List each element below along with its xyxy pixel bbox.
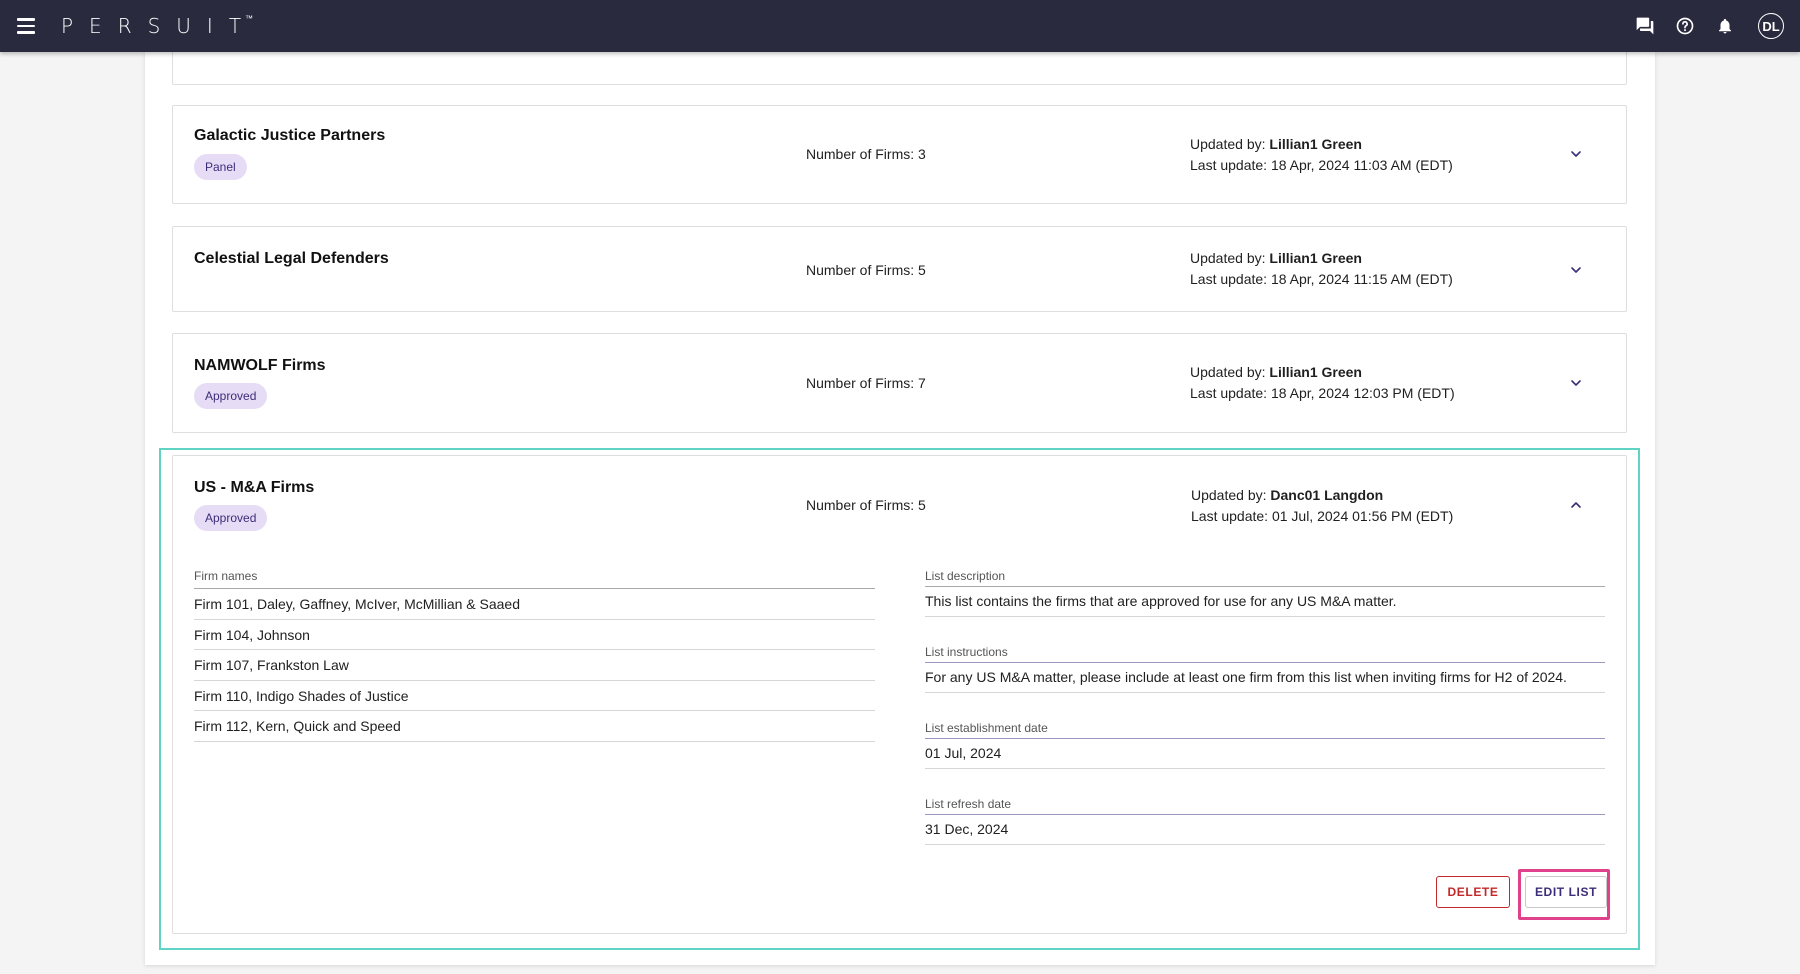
firms-count: Number of Firms: 5 bbox=[806, 262, 926, 278]
trademark-symbol: ™ bbox=[245, 14, 254, 23]
updated-by-name: Lillian1 Green bbox=[1269, 136, 1362, 152]
updated-by-label: Updated by: bbox=[1190, 364, 1266, 380]
last-update: Last update: 18 Apr, 2024 12:03 PM (EDT) bbox=[1190, 385, 1455, 401]
main-content-panel: Galactic Justice Partners Panel Number o… bbox=[145, 42, 1655, 965]
top-icon-group: DL bbox=[1634, 0, 1784, 52]
firm-row: Firm 104, Johnson bbox=[194, 620, 875, 650]
hamburger-menu-icon[interactable] bbox=[13, 13, 39, 39]
chevron-down-icon[interactable] bbox=[1568, 375, 1584, 391]
bell-icon[interactable] bbox=[1714, 15, 1736, 37]
updated-by-label: Updated by: bbox=[1190, 250, 1266, 266]
status-badge: Panel bbox=[194, 154, 247, 180]
list-card-celestial-legal-defenders[interactable]: Celestial Legal Defenders Number of Firm… bbox=[172, 226, 1627, 312]
last-update: Last update: 01 Jul, 2024 01:56 PM (EDT) bbox=[1191, 508, 1454, 524]
list-card-galactic-justice-partners[interactable]: Galactic Justice Partners Panel Number o… bbox=[172, 105, 1627, 204]
updated-by-label: Updated by: bbox=[1191, 487, 1267, 503]
update-info: Updated by: Danc01 Langdon Last update: … bbox=[1191, 485, 1453, 527]
last-update: Last update: 18 Apr, 2024 11:15 AM (EDT) bbox=[1190, 271, 1453, 287]
chevron-up-icon[interactable] bbox=[1568, 497, 1584, 513]
delete-button[interactable]: DELETE bbox=[1436, 876, 1510, 908]
list-instructions-field: List instructions For any US M&A matter,… bbox=[925, 645, 1605, 693]
help-icon[interactable] bbox=[1674, 15, 1696, 37]
list-title: NAMWOLF Firms bbox=[194, 357, 326, 374]
chevron-down-icon[interactable] bbox=[1568, 262, 1584, 278]
list-description-field: List description This list contains the … bbox=[925, 569, 1605, 617]
last-update: Last update: 18 Apr, 2024 11:03 AM (EDT) bbox=[1190, 157, 1453, 173]
logo-text: PERSUIT bbox=[61, 14, 258, 38]
edit-list-button[interactable]: EDIT LIST bbox=[1525, 876, 1607, 908]
persuit-logo[interactable]: PERSUIT™ bbox=[61, 14, 253, 38]
list-establishment-date-value: 01 Jul, 2024 bbox=[925, 739, 1605, 769]
firm-names-label: Firm names bbox=[194, 569, 875, 589]
firm-names-list: Firm names Firm 101, Daley, Gaffney, McI… bbox=[194, 569, 875, 742]
list-refresh-date-value: 31 Dec, 2024 bbox=[925, 815, 1605, 845]
firms-count: Number of Firms: 7 bbox=[806, 375, 926, 391]
list-description-label: List description bbox=[925, 569, 1605, 587]
list-establishment-date-field: List establishment date 01 Jul, 2024 bbox=[925, 721, 1605, 769]
updated-by-name: Danc01 Langdon bbox=[1270, 487, 1384, 503]
firm-row: Firm 101, Daley, Gaffney, McIver, McMill… bbox=[194, 589, 875, 620]
chat-icon[interactable] bbox=[1634, 15, 1656, 37]
updated-by-label: Updated by: bbox=[1190, 136, 1266, 152]
list-description-value: This list contains the firms that are ap… bbox=[925, 587, 1605, 617]
firm-row: Firm 107, Frankston Law bbox=[194, 650, 875, 681]
update-info: Updated by: Lillian1 Green Last update: … bbox=[1190, 362, 1455, 404]
list-instructions-label: List instructions bbox=[925, 645, 1605, 663]
updated-by-name: Lillian1 Green bbox=[1269, 364, 1362, 380]
list-refresh-date-field: List refresh date 31 Dec, 2024 bbox=[925, 797, 1605, 845]
firm-row: Firm 112, Kern, Quick and Speed bbox=[194, 711, 875, 742]
firm-row: Firm 110, Indigo Shades of Justice bbox=[194, 681, 875, 711]
list-card-us-ma-firms[interactable]: US - M&A Firms Approved Number of Firms:… bbox=[172, 455, 1627, 934]
user-avatar[interactable]: DL bbox=[1758, 13, 1784, 39]
firms-count: Number of Firms: 3 bbox=[806, 146, 926, 162]
list-refresh-date-label: List refresh date bbox=[925, 797, 1605, 815]
updated-by-name: Lillian1 Green bbox=[1269, 250, 1362, 266]
list-instructions-value: For any US M&A matter, please include at… bbox=[925, 663, 1605, 693]
update-info: Updated by: Lillian1 Green Last update: … bbox=[1190, 134, 1453, 176]
list-title: US - M&A Firms bbox=[194, 479, 315, 496]
list-card-namwolf-firms[interactable]: NAMWOLF Firms Approved Number of Firms: … bbox=[172, 333, 1627, 433]
status-badge: Approved bbox=[194, 505, 268, 531]
status-badge: Approved bbox=[194, 383, 268, 409]
top-navigation-bar: PERSUIT™ DL bbox=[0, 0, 1800, 52]
list-title: Galactic Justice Partners bbox=[194, 127, 386, 144]
update-info: Updated by: Lillian1 Green Last update: … bbox=[1190, 248, 1453, 290]
chevron-down-icon[interactable] bbox=[1568, 146, 1584, 162]
list-title: Celestial Legal Defenders bbox=[194, 250, 389, 267]
firms-count: Number of Firms: 5 bbox=[806, 497, 926, 513]
list-establishment-date-label: List establishment date bbox=[925, 721, 1605, 739]
